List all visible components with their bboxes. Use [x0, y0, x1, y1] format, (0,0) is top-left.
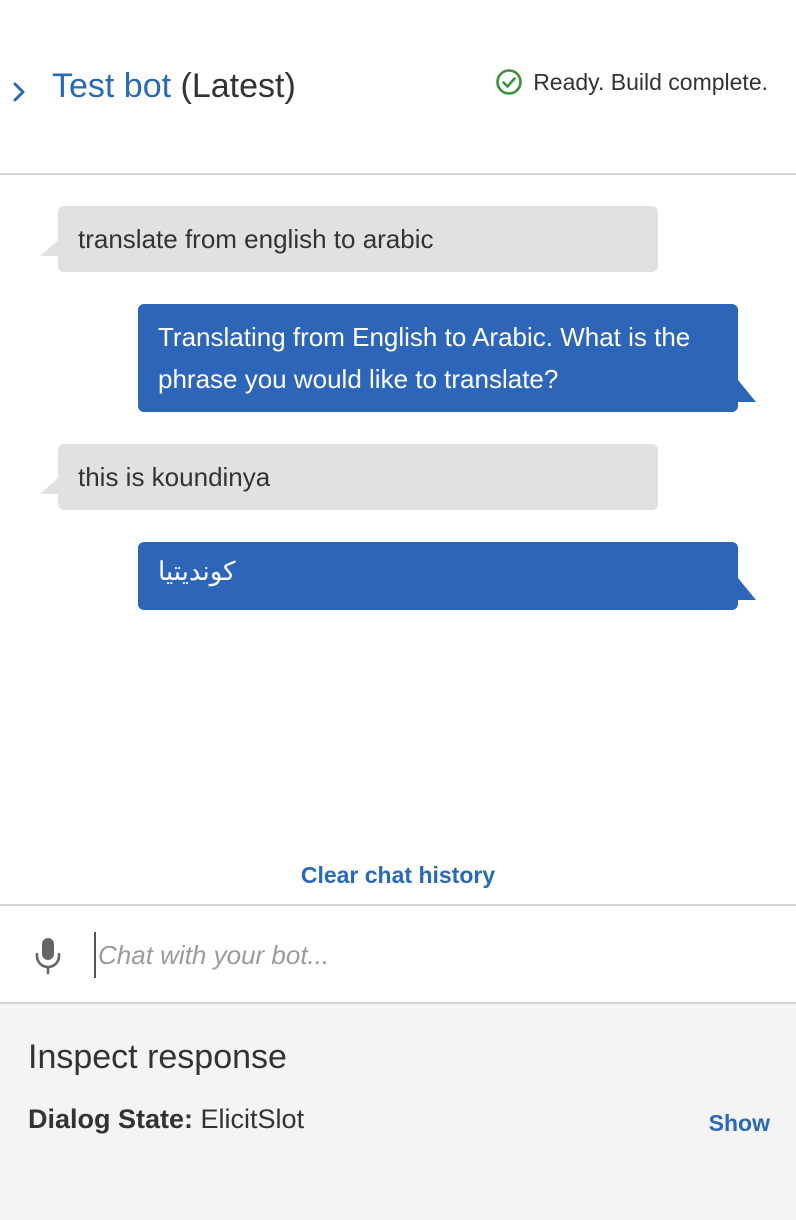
bot-message: Translating from English to Arabic. What… — [138, 304, 756, 412]
page-title: Test bot (Latest) — [52, 64, 296, 108]
dialog-state-value: ElicitSlot — [200, 1104, 305, 1134]
dialog-state: Dialog State: ElicitSlot — [28, 1104, 304, 1135]
dialog-state-label: Dialog State: — [28, 1104, 194, 1134]
bubble-tail — [738, 380, 756, 402]
bubble-tail — [40, 240, 58, 256]
bubble-tail — [738, 578, 756, 600]
message-text: this is koundinya — [78, 462, 271, 492]
bot-name: Test bot — [52, 67, 172, 105]
message-text: Translating from English to Arabic. What… — [158, 322, 691, 394]
show-details-link[interactable]: Show — [709, 1110, 770, 1137]
chat-transcript: translate from english to arabic Transla… — [0, 176, 796, 856]
check-circle-icon — [496, 69, 522, 95]
chat-input[interactable] — [94, 932, 758, 978]
message-text: كونديتيا — [158, 556, 236, 586]
user-message: this is koundinya — [40, 444, 658, 510]
microphone-icon[interactable] — [32, 936, 64, 976]
bubble-tail — [40, 478, 58, 494]
inspect-response-title: Inspect response — [28, 1038, 287, 1076]
chevron-right-icon[interactable] — [10, 78, 30, 106]
message-text: translate from english to arabic — [78, 224, 434, 254]
user-message: translate from english to arabic — [40, 206, 658, 272]
bot-header: Test bot (Latest) Ready. Build complete. — [0, 0, 796, 175]
inspect-response-panel: Inspect response Dialog State: ElicitSlo… — [0, 1004, 796, 1220]
build-status: Ready. Build complete. — [495, 68, 768, 96]
bot-version: (Latest) — [180, 67, 296, 105]
chat-input-bar — [0, 904, 796, 1004]
bot-message: كونديتيا — [138, 542, 756, 610]
status-text: Ready. Build complete. — [533, 68, 768, 95]
clear-chat-history-link[interactable]: Clear chat history — [0, 862, 796, 889]
